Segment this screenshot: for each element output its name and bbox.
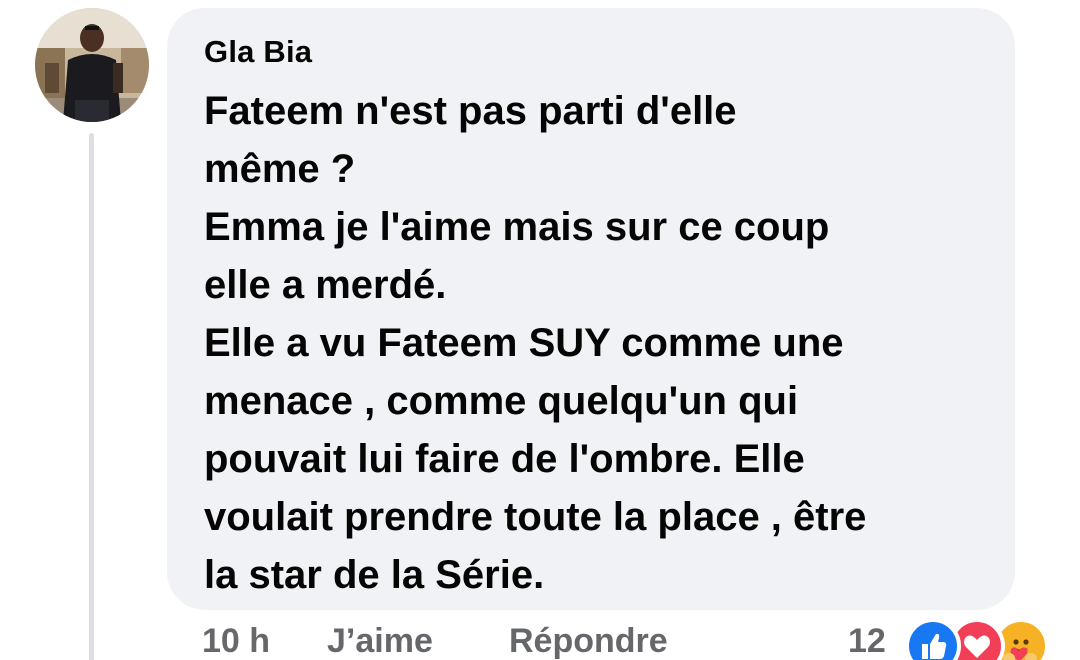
like-button[interactable]: J’aime	[327, 622, 433, 660]
comment-line: Fateem n'est pas parti d'elle	[204, 89, 737, 133]
reaction-count[interactable]: 12	[848, 622, 886, 660]
comment-thread: Gla Bia Fateem n'est pas parti d'elle mê…	[0, 0, 1080, 660]
avatar[interactable]	[35, 8, 149, 122]
comment-line: voulait prendre toute la place , être	[204, 495, 867, 539]
comment-line: Emma je l'aime mais sur ce coup	[204, 205, 830, 249]
comment-line: menace , comme quelqu'un qui	[204, 379, 799, 423]
timestamp[interactable]: 10 h	[202, 622, 270, 660]
comment-bubble: Gla Bia Fateem n'est pas parti d'elle mê…	[167, 8, 1015, 610]
comment-line: même ?	[204, 147, 356, 191]
comment-line: la star de la Série.	[204, 553, 545, 597]
comment-line: elle a merdé.	[204, 263, 447, 307]
comment-text: Fateem n'est pas parti d'elle même ? Emm…	[204, 82, 994, 604]
thread-line	[89, 133, 94, 660]
comment-line: Elle a vu Fateem SUY comme une	[204, 321, 844, 365]
reaction-icons[interactable]	[905, 618, 1065, 660]
reply-button[interactable]: Répondre	[509, 622, 668, 660]
author-name[interactable]: Gla Bia	[204, 34, 312, 70]
like-icon	[905, 618, 961, 660]
comment-line: pouvait lui faire de l'ombre. Elle	[204, 437, 805, 481]
avatar-photo-icon	[35, 8, 149, 122]
